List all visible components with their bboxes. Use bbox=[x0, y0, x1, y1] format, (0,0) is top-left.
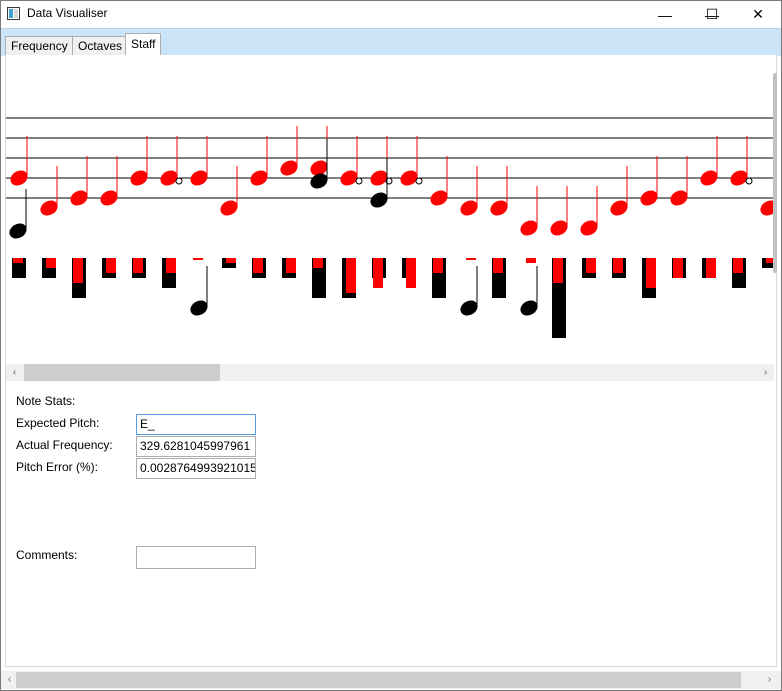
expected-bar bbox=[526, 258, 536, 263]
expected-note bbox=[730, 136, 748, 186]
bottom-scroll-thumb[interactable] bbox=[16, 672, 741, 688]
window-horizontal-scrollbar[interactable]: ‹ › bbox=[1, 671, 781, 689]
expected-note bbox=[580, 186, 598, 236]
expected-note bbox=[430, 156, 448, 206]
expected-bar bbox=[673, 258, 683, 278]
expected-bar bbox=[733, 258, 743, 273]
expected-note bbox=[220, 166, 238, 216]
bottom-scroll-right-icon[interactable]: › bbox=[761, 671, 778, 688]
expected-bar bbox=[553, 258, 563, 283]
expected-pitch-label: Expected Pitch: bbox=[16, 416, 100, 430]
expected-note bbox=[700, 136, 718, 186]
expected-bar bbox=[613, 258, 623, 273]
expected-bar bbox=[346, 258, 356, 293]
expected-note bbox=[400, 136, 418, 186]
maximize-btn[interactable]: ☐ bbox=[689, 1, 735, 28]
expected-bar bbox=[406, 258, 416, 288]
window-title: Data Visualiser bbox=[27, 6, 108, 20]
scroll-right-icon[interactable]: › bbox=[757, 364, 774, 381]
vertical-scrollbar[interactable] bbox=[773, 63, 779, 353]
expected-bar bbox=[226, 258, 236, 263]
expected-bar bbox=[433, 258, 443, 273]
expected-bar bbox=[586, 258, 596, 273]
expected-note bbox=[250, 136, 268, 186]
staff-canvas bbox=[6, 63, 774, 364]
accidental-circle bbox=[415, 177, 423, 185]
main-window: Data Visualiser — — ☐ ✕ Frequency Octave… bbox=[0, 0, 782, 691]
expected-note bbox=[670, 156, 688, 206]
expected-bar bbox=[253, 258, 263, 273]
actual-note bbox=[9, 189, 27, 239]
accidental-circle bbox=[745, 177, 753, 185]
expected-note bbox=[130, 136, 148, 186]
expected-note bbox=[70, 156, 88, 206]
minimize-btn[interactable]: — bbox=[642, 1, 688, 28]
expected-note bbox=[550, 186, 568, 236]
expected-note bbox=[40, 166, 58, 216]
scroll-left-icon[interactable]: ‹ bbox=[6, 364, 23, 381]
expected-bar bbox=[286, 258, 296, 273]
actual-frequency-label: Actual Frequency: bbox=[16, 438, 113, 452]
error-bars-layer bbox=[12, 258, 774, 338]
expected-note bbox=[280, 126, 298, 176]
minimize-icon: — bbox=[658, 6, 672, 23]
expected-bar bbox=[166, 258, 176, 273]
expected-bar bbox=[466, 258, 476, 260]
tab-octaves[interactable]: Octaves bbox=[72, 36, 129, 55]
expected-bar bbox=[706, 258, 716, 278]
actual-note bbox=[520, 266, 538, 316]
tab-frequency[interactable]: Frequency bbox=[5, 36, 74, 55]
expected-note bbox=[340, 136, 358, 186]
expected-note bbox=[100, 156, 118, 206]
staff-scroll-thumb[interactable] bbox=[24, 364, 220, 381]
expected-note bbox=[760, 200, 774, 216]
expected-bar bbox=[106, 258, 116, 273]
expected-note bbox=[190, 136, 208, 186]
expected-bar bbox=[73, 258, 83, 283]
expected-bar bbox=[46, 258, 56, 268]
expected-note bbox=[10, 136, 28, 186]
staff-drawing bbox=[6, 117, 774, 338]
staff-lines bbox=[6, 117, 774, 199]
accidental-circle bbox=[175, 177, 183, 185]
actual-frequency-field[interactable]: 329.6281045997961 bbox=[136, 436, 256, 457]
expected-bar bbox=[373, 258, 383, 288]
pitch-error-field[interactable]: 0.00287649939210155 bbox=[136, 458, 256, 479]
pitch-error-label: Pitch Error (%): bbox=[16, 460, 99, 474]
actual-note bbox=[190, 266, 208, 316]
expected-note bbox=[610, 166, 628, 216]
expected-bar bbox=[493, 258, 503, 273]
expected-bar bbox=[313, 258, 323, 268]
accidental-circle bbox=[355, 177, 363, 185]
tab-strip: Frequency Octaves Staff bbox=[1, 28, 781, 56]
expected-bar bbox=[13, 258, 23, 263]
expected-bar bbox=[133, 258, 143, 273]
expected-pitch-field[interactable]: E_ bbox=[136, 414, 256, 435]
comments-field[interactable] bbox=[136, 546, 256, 569]
vertical-scroll-thumb[interactable] bbox=[773, 73, 777, 273]
actual-note bbox=[460, 266, 478, 316]
comments-label: Comments: bbox=[16, 548, 78, 562]
app-icon bbox=[7, 7, 20, 20]
expected-note bbox=[520, 186, 538, 236]
maximize-icon: ☐ bbox=[705, 6, 719, 22]
close-icon: ✕ bbox=[752, 6, 764, 22]
expected-note bbox=[160, 136, 178, 186]
expected-note bbox=[490, 166, 508, 216]
notes-layer bbox=[9, 126, 774, 316]
tab-staff[interactable]: Staff bbox=[125, 33, 162, 56]
note-stats-heading: Note Stats: bbox=[16, 394, 76, 408]
expected-bar bbox=[646, 258, 656, 288]
staff-horizontal-scrollbar[interactable]: ‹ › bbox=[6, 364, 774, 381]
expected-bar bbox=[193, 258, 203, 260]
expected-note bbox=[640, 156, 658, 206]
expected-note bbox=[460, 166, 478, 216]
close-btn[interactable]: ✕ bbox=[735, 1, 781, 28]
